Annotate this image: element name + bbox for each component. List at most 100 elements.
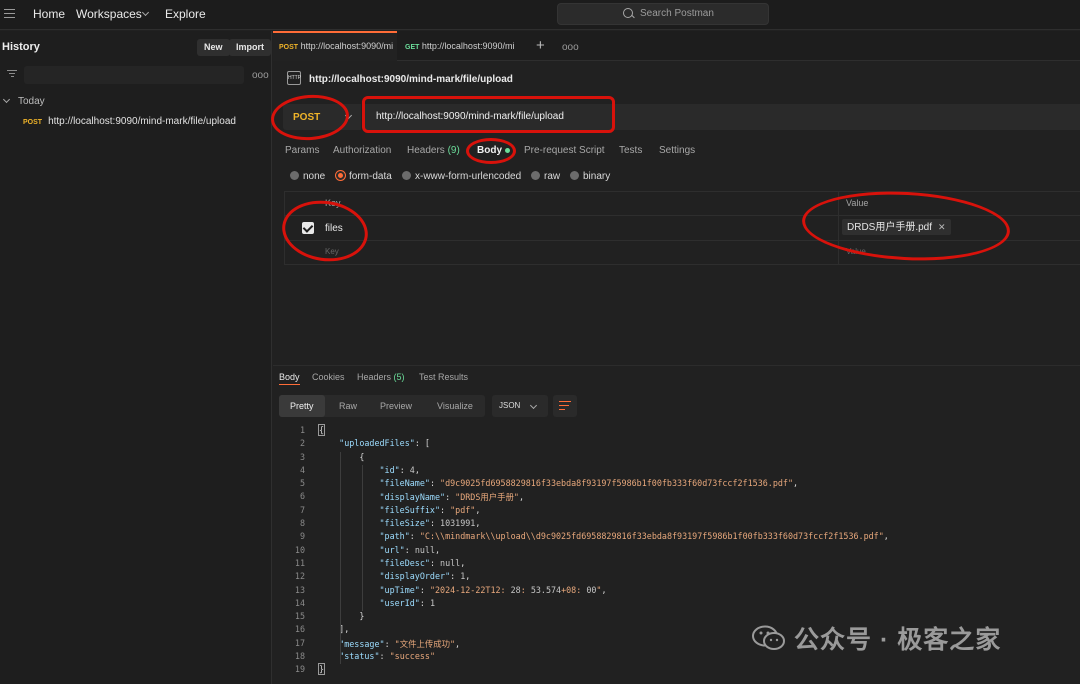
response-tab-body[interactable]: Body xyxy=(279,372,300,385)
response-headers-count: (5) xyxy=(393,372,405,382)
line-number: 11 xyxy=(294,557,305,568)
new-button[interactable]: New xyxy=(197,39,230,56)
code-line: 11 "fileDesc": null, xyxy=(273,558,1080,571)
sidebar xyxy=(0,31,272,684)
history-filter-input[interactable] xyxy=(24,66,244,84)
code-text: "id": 4, xyxy=(379,464,420,475)
nav-home[interactable]: Home xyxy=(33,7,65,21)
code-line: 4 "id": 4, xyxy=(273,465,1080,478)
import-button[interactable]: Import xyxy=(229,39,271,56)
filter-icon[interactable] xyxy=(7,70,17,78)
code-text: "displayOrder": 1, xyxy=(379,571,471,582)
code-text: "status": "success" xyxy=(339,651,435,662)
code-text: ], xyxy=(319,624,350,635)
line-number: 4 xyxy=(299,464,305,475)
line-number: 1 xyxy=(299,425,305,435)
radio-label: none xyxy=(303,171,326,182)
view-raw-button[interactable]: Raw xyxy=(339,395,357,417)
line-number: 12 xyxy=(294,571,305,582)
code-line: 9 "path": "C:\\mindmark\\upload\\d9c9025… xyxy=(273,531,1080,544)
tabs-more-icon[interactable]: ooo xyxy=(562,42,579,53)
top-navigation-bar xyxy=(0,0,1080,30)
tab-tests[interactable]: Tests xyxy=(619,145,642,156)
menu-icon[interactable] xyxy=(4,9,15,18)
code-text: { xyxy=(317,424,326,436)
history-item[interactable]: POST http://localhost:9090/mind-mark/file… xyxy=(23,116,236,127)
nav-explore[interactable]: Explore xyxy=(165,7,206,21)
line-number: 9 xyxy=(299,531,305,542)
tab-method: POST xyxy=(279,44,299,51)
line-number: 18 xyxy=(294,651,305,662)
line-number: 19 xyxy=(294,664,305,675)
response-tab-headers[interactable]: Headers (5) xyxy=(357,372,405,382)
code-line: 2 "uploadedFiles": [ xyxy=(273,438,1080,451)
line-number: 13 xyxy=(294,584,305,595)
code-text: "uploadedFiles": [ xyxy=(339,438,430,449)
line-number: 6 xyxy=(299,491,305,502)
add-tab-icon[interactable]: + xyxy=(536,37,545,54)
history-group-label: Today xyxy=(18,96,45,107)
radio-x-www-form-urlencoded[interactable]: x-www-form-urlencoded xyxy=(402,171,521,182)
format-value: JSON xyxy=(499,401,521,410)
headers-count: (9) xyxy=(447,145,460,156)
tab-headers[interactable]: Headers (9) xyxy=(407,145,460,156)
chevron-down-icon xyxy=(2,95,11,104)
line-number: 5 xyxy=(299,478,305,489)
sidebar-more-icon[interactable]: ooo xyxy=(252,70,269,81)
chevron-down-icon xyxy=(529,401,538,410)
line-number: 8 xyxy=(299,518,305,529)
view-preview-button[interactable]: Preview xyxy=(380,395,412,417)
response-tab-test-results[interactable]: Test Results xyxy=(419,372,468,382)
code-line: 6 "displayName": "DRDS用户手册", xyxy=(273,491,1080,504)
request-tab[interactable]: GET http://localhost:9090/mi xyxy=(399,31,523,61)
line-number: 15 xyxy=(294,611,305,622)
view-visualize-button[interactable]: Visualize xyxy=(437,395,473,417)
code-line: 1{ xyxy=(273,424,1080,438)
tab-pre-request-script[interactable]: Pre-request Script xyxy=(524,145,605,156)
code-line: 14 "userId": 1 xyxy=(273,598,1080,611)
tab-method: GET xyxy=(405,44,420,51)
radio-label: form-data xyxy=(349,171,392,182)
tab-authorization[interactable]: Authorization xyxy=(333,145,391,156)
code-line: 13 "upTime": "2024-12-22T12: 28: 53.574+… xyxy=(273,585,1080,598)
radio-none[interactable]: none xyxy=(290,171,325,182)
code-text: "displayName": "DRDS用户手册", xyxy=(379,492,524,503)
indent-guide xyxy=(362,464,363,612)
http-request-icon: HTTP xyxy=(287,71,301,85)
code-text: "userId": 1 xyxy=(379,597,435,608)
search-icon xyxy=(623,8,633,18)
code-text: "fileName": "d9c9025fd6958829816f33ebda8… xyxy=(379,478,799,489)
annotation-circle-method xyxy=(269,92,351,143)
response-divider xyxy=(273,365,1080,366)
radio-binary[interactable]: binary xyxy=(570,171,610,182)
annotation-box-url xyxy=(362,96,615,133)
radio-raw[interactable]: raw xyxy=(531,171,560,182)
code-line: 3 { xyxy=(273,452,1080,465)
view-pretty-button[interactable]: Pretty xyxy=(279,395,325,417)
radio-circle-selected xyxy=(336,171,345,180)
response-tab-headers-label: Headers xyxy=(357,372,392,382)
radio-circle xyxy=(290,171,299,180)
code-text: "fileSize": 1031991, xyxy=(379,518,481,529)
radio-label: raw xyxy=(544,171,561,182)
radio-form-data[interactable]: form-data xyxy=(336,171,392,182)
tab-settings[interactable]: Settings xyxy=(659,145,695,156)
history-group-today[interactable]: Today xyxy=(2,95,45,107)
line-number: 16 xyxy=(294,624,305,635)
tab-params[interactable]: Params xyxy=(285,145,319,156)
history-item-method: POST xyxy=(23,119,43,126)
radio-circle xyxy=(570,171,579,180)
radio-circle xyxy=(531,171,540,180)
code-line: 10 "url": null, xyxy=(273,545,1080,558)
line-number: 10 xyxy=(294,544,305,555)
radio-circle xyxy=(402,171,411,180)
format-select[interactable]: JSON xyxy=(492,395,548,417)
request-tab-active[interactable]: POST http://localhost:9090/mi xyxy=(273,31,397,61)
tab-label: http://localhost:9090/mi xyxy=(421,41,515,51)
nav-workspaces[interactable]: Workspaces xyxy=(76,7,150,21)
code-text: } xyxy=(317,663,326,676)
line-number: 14 xyxy=(294,597,305,608)
request-title: http://localhost:9090/mind-mark/file/upl… xyxy=(309,74,513,85)
response-tab-cookies[interactable]: Cookies xyxy=(312,372,345,382)
code-line: 5 "fileName": "d9c9025fd6958829816f33ebd… xyxy=(273,478,1080,491)
